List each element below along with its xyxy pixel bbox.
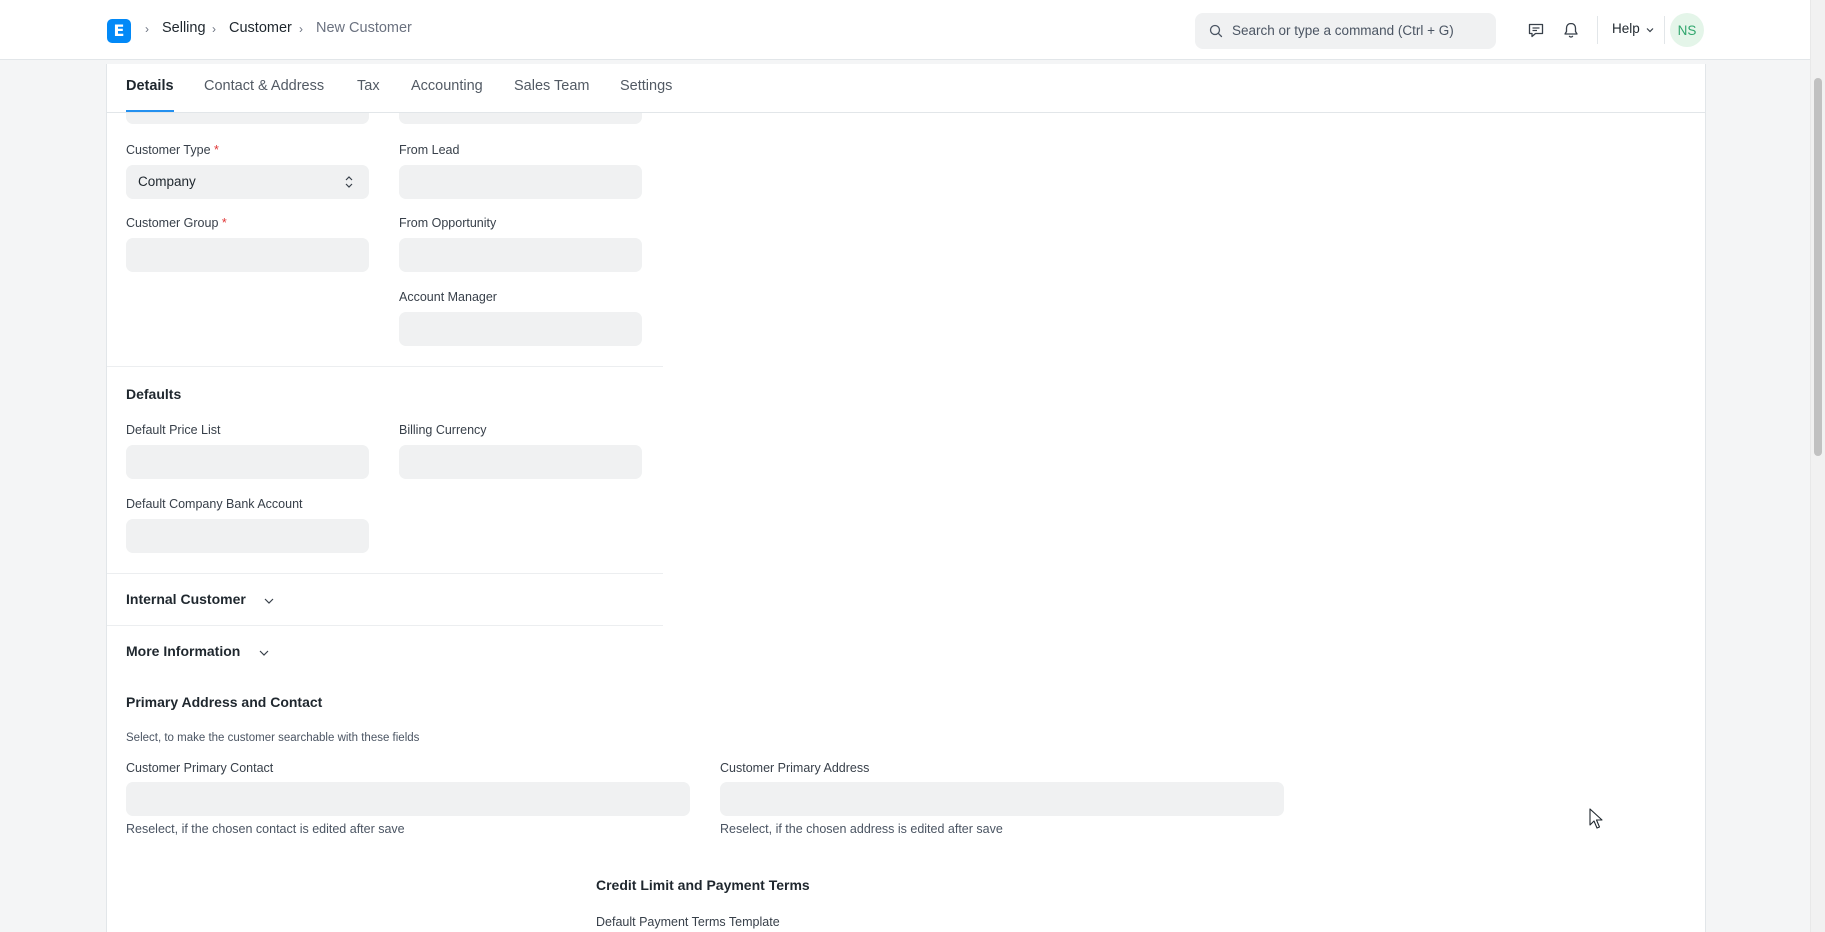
- section-description: Select, to make the customer searchable …: [126, 732, 420, 744]
- search-icon: [1209, 24, 1223, 38]
- customer-primary-address-help: Reselect, if the chosen address is edite…: [720, 822, 1003, 836]
- form-card: Details Contact & Address Tax Accounting…: [106, 64, 1706, 932]
- customer-group-field[interactable]: [126, 238, 369, 272]
- bell-icon[interactable]: [1561, 20, 1581, 40]
- default-company-bank-account-field[interactable]: [126, 519, 369, 553]
- section-title-credit-limit: Credit Limit and Payment Terms: [596, 877, 810, 893]
- from-opportunity-field[interactable]: [399, 238, 642, 272]
- tab-accounting[interactable]: Accounting: [411, 78, 483, 94]
- default-price-list-field[interactable]: [126, 445, 369, 479]
- account-manager-label: Account Manager: [399, 290, 497, 304]
- customer-type-label: Customer Type *: [126, 143, 219, 157]
- section-divider: [107, 366, 663, 367]
- navbar-divider: [1597, 16, 1598, 44]
- scrollbar-thumb[interactable]: [1814, 78, 1822, 456]
- tab-details[interactable]: Details: [126, 78, 174, 94]
- required-marker: *: [221, 216, 227, 230]
- chevron-down-icon[interactable]: [1645, 25, 1655, 35]
- breadcrumb-customer[interactable]: Customer: [229, 20, 292, 36]
- search-placeholder: Search or type a command (Ctrl + G): [1232, 23, 1454, 38]
- tab-contact-address[interactable]: Contact & Address: [204, 78, 324, 94]
- account-manager-field[interactable]: [399, 312, 642, 346]
- page-scrollbar[interactable]: [1810, 0, 1825, 932]
- section-title-defaults: Defaults: [126, 386, 182, 402]
- chevron-right-icon: ›: [145, 22, 149, 36]
- default-price-list-label: Default Price List: [126, 423, 221, 437]
- logo-icon: E: [113, 21, 125, 40]
- section-title-primary-address-contact: Primary Address and Contact: [126, 694, 323, 710]
- default-company-bank-account-label: Default Company Bank Account: [126, 497, 303, 511]
- section-divider: [107, 573, 663, 574]
- scrolled-field[interactable]: [126, 113, 369, 124]
- navbar: E › Selling › Customer › New Customer Se…: [0, 0, 1810, 60]
- tab-tax[interactable]: Tax: [357, 78, 380, 94]
- customer-type-value: Company: [138, 174, 196, 189]
- scrolled-field[interactable]: [399, 113, 642, 124]
- default-payment-terms-template-label: Default Payment Terms Template: [596, 915, 780, 929]
- help-menu[interactable]: Help: [1612, 21, 1640, 36]
- section-title-internal-customer[interactable]: Internal Customer: [126, 591, 246, 607]
- breadcrumb-selling[interactable]: Selling: [162, 20, 206, 36]
- customer-primary-address-label: Customer Primary Address: [720, 761, 870, 775]
- avatar[interactable]: NS: [1670, 13, 1704, 47]
- chevron-down-icon[interactable]: [263, 595, 275, 607]
- form-tabs: Details Contact & Address Tax Accounting…: [107, 64, 1705, 113]
- customer-type-select[interactable]: Company: [126, 165, 369, 199]
- required-marker: *: [214, 143, 219, 157]
- active-tab-indicator: [126, 110, 174, 112]
- from-opportunity-label: From Opportunity: [399, 216, 497, 230]
- app-logo[interactable]: E: [107, 19, 131, 43]
- billing-currency-label: Billing Currency: [399, 423, 487, 437]
- section-divider: [107, 625, 663, 626]
- search-input[interactable]: Search or type a command (Ctrl + G): [1195, 13, 1496, 49]
- section-title-more-information[interactable]: More Information: [126, 643, 240, 659]
- tab-settings[interactable]: Settings: [620, 78, 672, 94]
- customer-group-label: Customer Group *: [126, 216, 227, 230]
- tab-sales-team[interactable]: Sales Team: [514, 78, 590, 94]
- select-caret-icon: [345, 176, 353, 188]
- customer-primary-contact-field[interactable]: [126, 782, 690, 816]
- mouse-cursor-icon: [1589, 808, 1603, 829]
- navbar-divider: [1664, 16, 1665, 44]
- chevron-right-icon: ›: [212, 22, 216, 36]
- from-lead-field[interactable]: [399, 165, 642, 199]
- customer-primary-contact-label: Customer Primary Contact: [126, 761, 274, 775]
- customer-primary-address-field[interactable]: [720, 782, 1284, 816]
- chevron-down-icon[interactable]: [258, 647, 270, 659]
- chat-icon[interactable]: [1526, 20, 1546, 40]
- breadcrumb-new-customer: New Customer: [316, 20, 412, 36]
- from-lead-label: From Lead: [399, 143, 460, 157]
- customer-primary-contact-help: Reselect, if the chosen contact is edite…: [126, 822, 405, 836]
- billing-currency-field[interactable]: [399, 445, 642, 479]
- chevron-right-icon: ›: [299, 22, 303, 36]
